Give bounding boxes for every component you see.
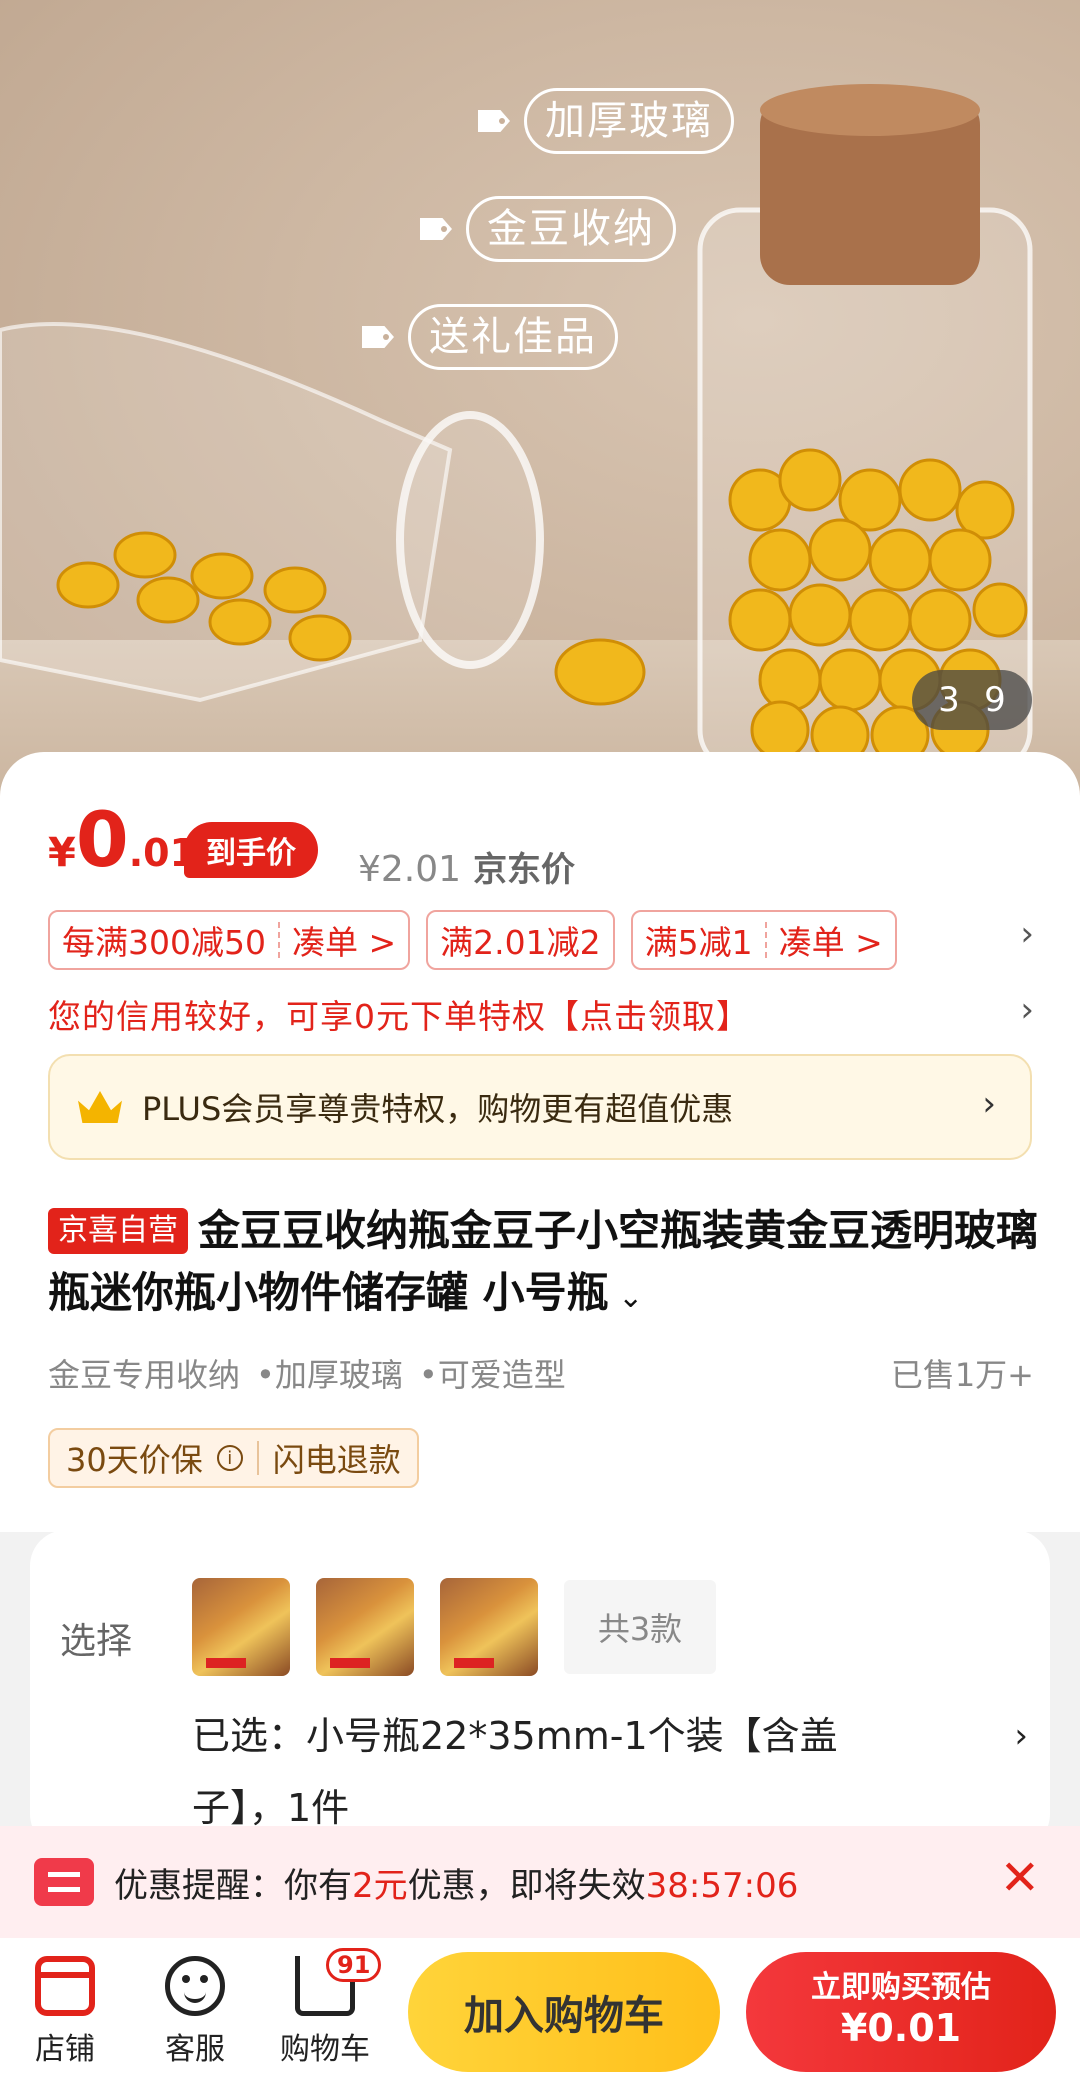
variant-thumbnail[interactable] <box>440 1578 538 1676</box>
variant-thumbnails[interactable]: 共3款 <box>192 1578 716 1676</box>
image-page-counter: 3 9 <box>912 670 1032 730</box>
feature-tag: 金豆收纳 <box>420 196 676 262</box>
chevron-right-icon[interactable]: › <box>1020 990 1034 1030</box>
promotion-list[interactable]: 每满300减50 凑单 > 满2.01减2 满5减1 凑单 > <box>48 910 897 970</box>
customer-service-button[interactable]: 客服 <box>140 1956 250 2068</box>
product-image-carousel[interactable]: 加厚玻璃 金豆收纳 送礼佳品 3 9 <box>0 0 1080 800</box>
sold-count: 已售1万+ <box>890 1356 1034 1394</box>
chevron-right-icon[interactable]: › <box>1014 1716 1028 1756</box>
store-icon <box>35 1956 95 2016</box>
product-title[interactable]: 京喜自营 金豆豆收纳瓶金豆子小空瓶装黄金豆透明玻璃瓶迷你瓶小物件储存罐 小号瓶 ⌄ <box>48 1200 1038 1329</box>
coudan-link[interactable]: 凑单 > <box>292 916 396 964</box>
feature-list: 金豆专用收纳 •加厚玻璃 •可爱造型 <box>48 1356 566 1394</box>
tag-icon <box>362 326 394 348</box>
plus-member-banner[interactable]: PLUS会员享尊贵特权，购物更有超值优惠 › <box>48 1054 1032 1160</box>
cart-count-badge: 91 <box>326 1948 382 1982</box>
credit-privilege-link[interactable]: 您的信用较好，可享0元下单特权【点击领取】 <box>48 990 750 1038</box>
selected-variant[interactable]: 已选：小号瓶22*35mm-1个装【含盖子】，1件 <box>192 1700 932 1844</box>
countdown-timer: 38:57:06 <box>645 1865 799 1906</box>
tag-icon <box>478 110 510 132</box>
select-label: 选择 <box>60 1621 133 1662</box>
buy-now-button[interactable]: 立即购买预估 ¥0.01 <box>746 1952 1056 2072</box>
coupon-reminder-bar[interactable]: 优惠提醒：你有2元优惠，即将失效38:57:06 ✕ <box>0 1826 1080 1938</box>
feature-tag: 送礼佳品 <box>362 304 618 370</box>
tag-icon <box>420 218 452 240</box>
chevron-right-icon: › <box>982 1084 996 1124</box>
chevron-right-icon[interactable]: › <box>1020 914 1034 954</box>
promo-tag[interactable]: 满5减1 凑单 > <box>630 910 897 970</box>
coupon-icon <box>34 1858 94 1906</box>
bottom-action-bar: 店铺 客服 购物车 91 加入购物车 立即购买预估 ¥0.01 <box>0 1938 1080 2085</box>
chevron-down-icon[interactable]: ⌄ <box>609 1280 643 1315</box>
coudan-link[interactable]: 凑单 > <box>779 916 883 964</box>
feature-tag: 加厚玻璃 <box>478 88 734 154</box>
crown-icon <box>78 1091 122 1123</box>
variant-count[interactable]: 共3款 <box>564 1580 716 1674</box>
product-info-card: ¥ 0 .01 到手价 ¥2.01 京东价 每满300减50 凑单 > 满2.01… <box>0 752 1080 1532</box>
close-icon[interactable]: ✕ <box>1000 1850 1040 1906</box>
jd-price: ¥2.01 京东价 <box>358 849 576 890</box>
info-icon[interactable]: i <box>216 1445 243 1471</box>
service-guarantee[interactable]: 30天价保 i 闪电退款 <box>48 1428 419 1488</box>
self-operated-badge: 京喜自营 <box>48 1208 188 1254</box>
add-to-cart-button[interactable]: 加入购物车 <box>408 1952 720 2072</box>
spec-select-card[interactable]: 选择 共3款 已选：小号瓶22*35mm-1个装【含盖子】，1件 › <box>30 1530 1050 1850</box>
variant-thumbnail[interactable] <box>316 1578 414 1676</box>
final-price: ¥ 0 .01 <box>48 795 197 884</box>
promo-tag[interactable]: 每满300减50 凑单 > <box>48 910 411 970</box>
divider <box>256 1441 259 1475</box>
promo-tag[interactable]: 满2.01减2 <box>426 910 615 970</box>
divider <box>764 922 767 958</box>
daoshou-price-badge: 到手价 <box>184 822 318 878</box>
divider <box>277 922 280 958</box>
smiley-icon <box>165 1956 225 2016</box>
store-button[interactable]: 店铺 <box>10 1956 120 2068</box>
variant-thumbnail[interactable] <box>192 1578 290 1676</box>
